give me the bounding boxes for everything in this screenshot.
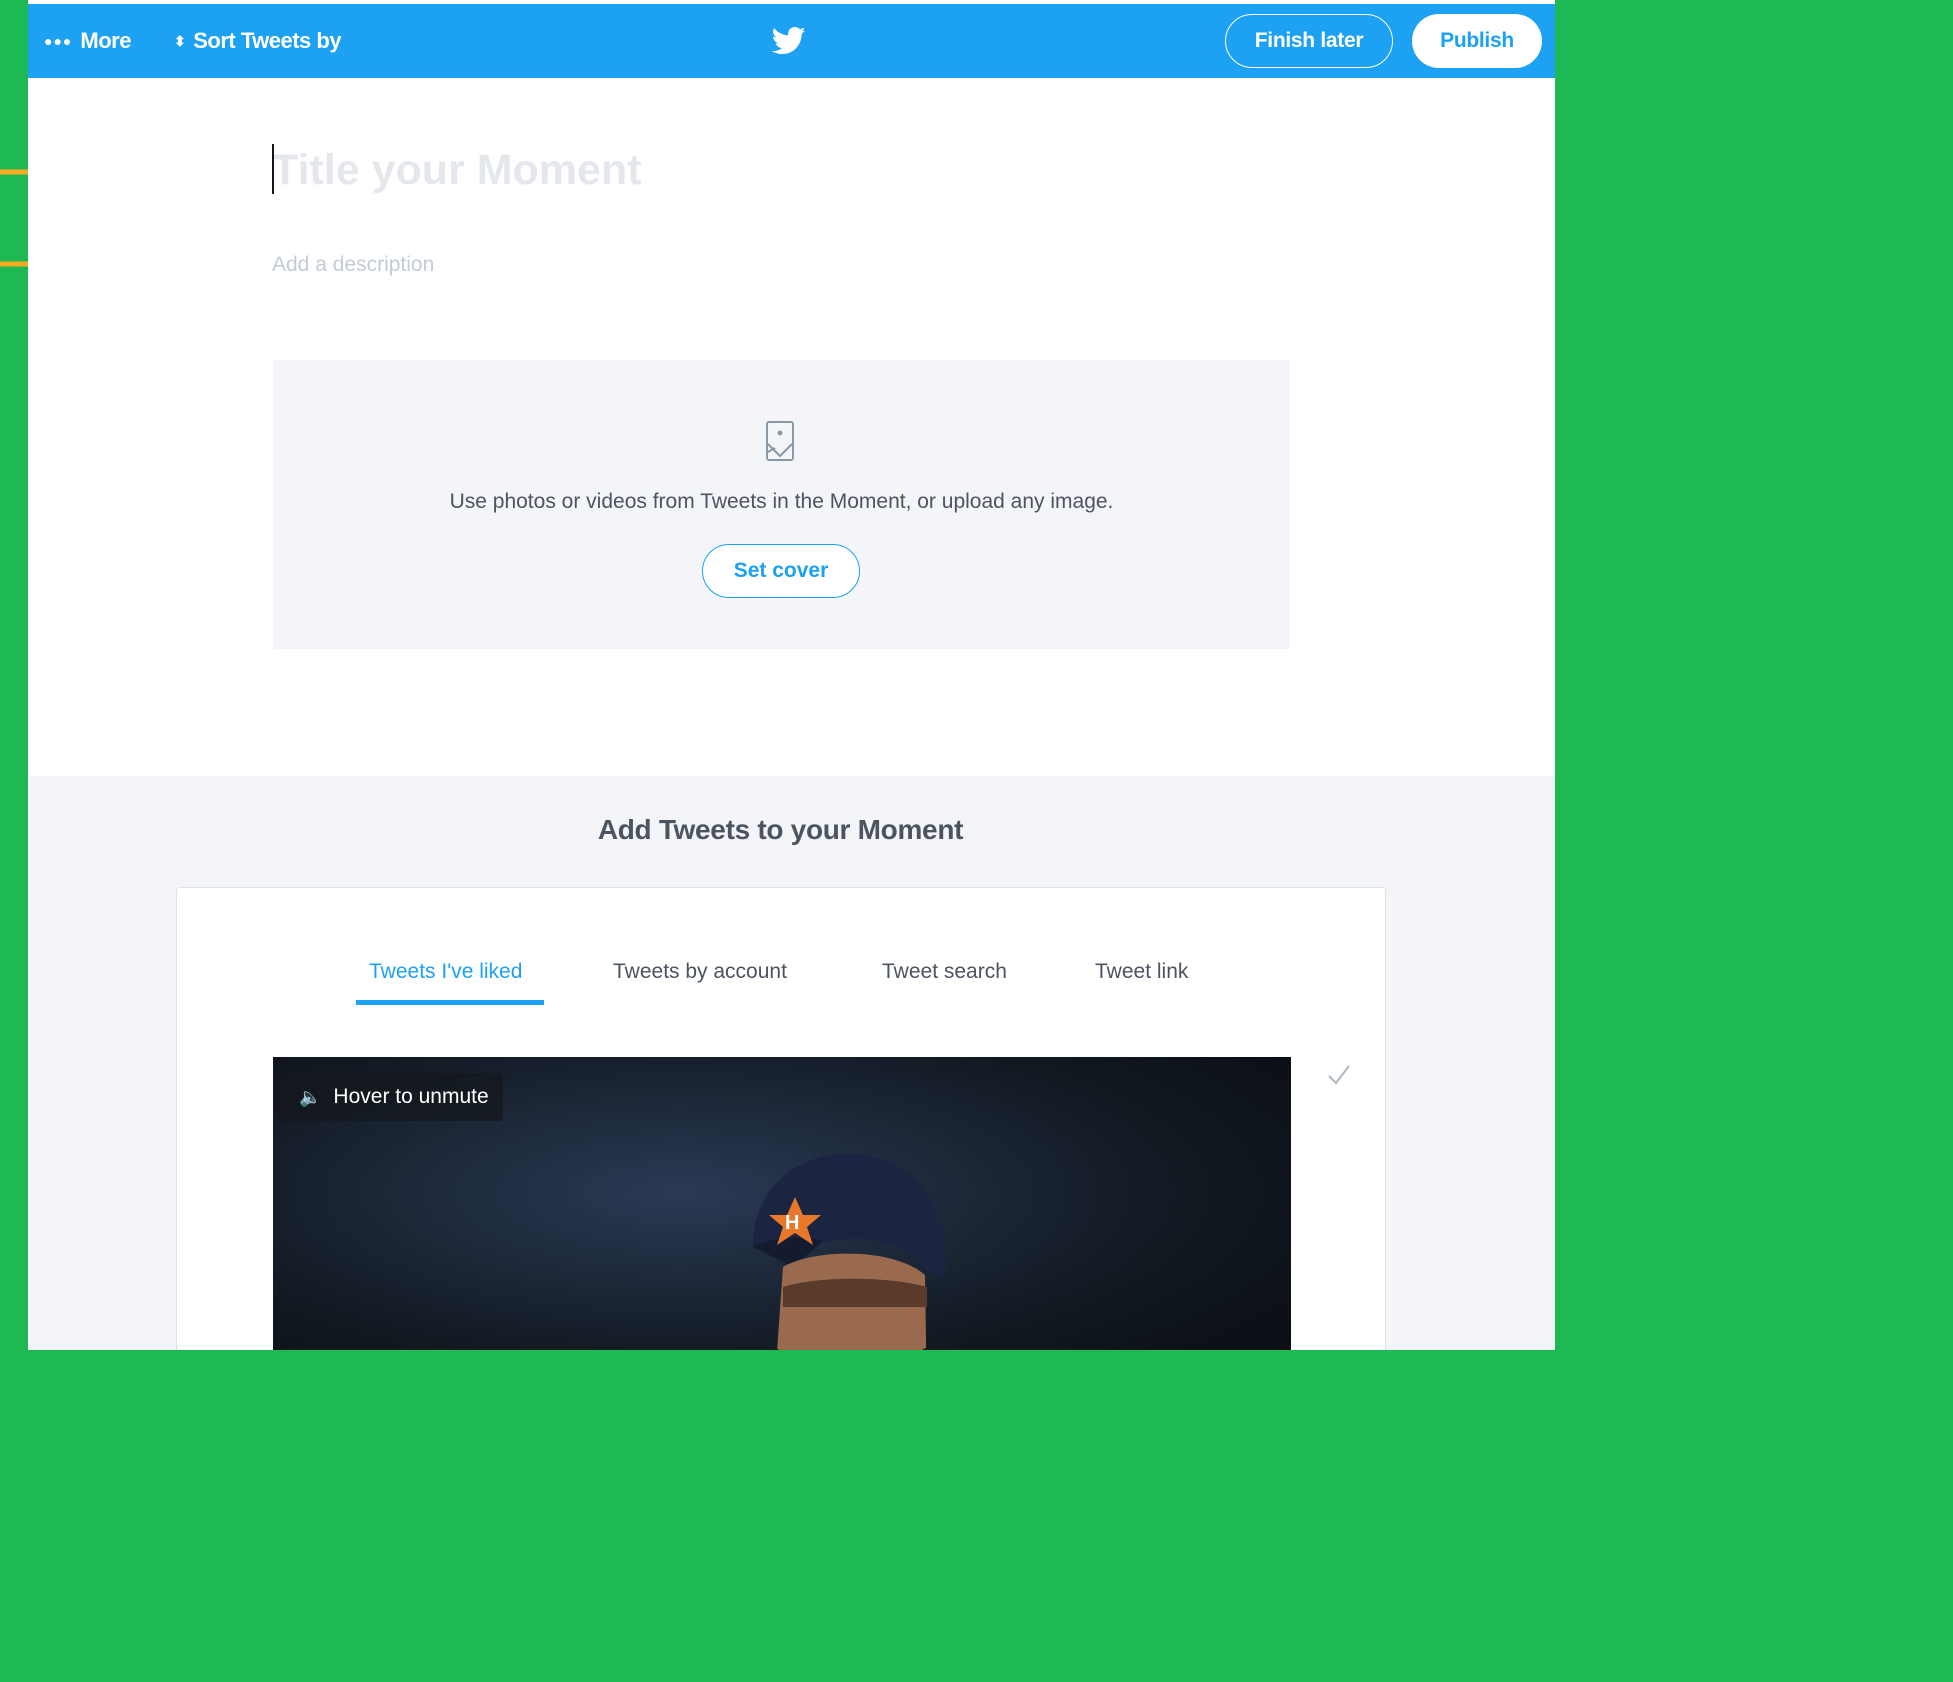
moment-editor: ●●● More ⬍ Sort Tweets by Finish later P…	[28, 0, 1555, 1350]
text-caret	[272, 144, 274, 194]
image-icon	[766, 421, 794, 461]
sort-tweets-button[interactable]: ⬍ Sort Tweets by	[174, 4, 342, 78]
add-tweets-title: Add Tweets to your Moment	[597, 814, 964, 845]
moment-description-input[interactable]	[272, 248, 1172, 282]
tab-tweets-by-account[interactable]: Tweets by account	[613, 960, 787, 984]
more-label: More	[80, 28, 131, 53]
speaker-icon: 🔈	[299, 1086, 322, 1107]
sort-arrows-icon: ⬍	[174, 33, 186, 49]
tab-tweet-link[interactable]: Tweet link	[1095, 960, 1188, 984]
finish-later-button[interactable]: Finish later	[1225, 14, 1393, 68]
sort-label: Sort Tweets by	[193, 28, 342, 53]
moment-title-input[interactable]	[272, 138, 1172, 202]
more-dots-icon: ●●●	[44, 33, 73, 49]
publish-button[interactable]: Publish	[1412, 14, 1542, 68]
tweet-video[interactable]: H 🔈 Hover to unmute	[273, 1057, 1291, 1350]
tweet-source-panel: Tweets I've liked Tweets by account Twee…	[176, 887, 1386, 1350]
top-bar: ●●● More ⬍ Sort Tweets by Finish later P…	[28, 4, 1555, 78]
baseball-player-image: H	[753, 1153, 947, 1350]
checkmark-icon[interactable]	[1326, 1062, 1352, 1088]
more-menu-button[interactable]: ●●● More	[44, 4, 131, 78]
set-cover-button[interactable]: Set cover	[702, 544, 860, 598]
tab-tweet-search[interactable]: Tweet search	[882, 960, 1007, 984]
cover-panel: Use photos or videos from Tweets in the …	[273, 360, 1290, 649]
mute-label: Hover to unmute	[333, 1085, 489, 1108]
active-tab-indicator	[356, 1000, 544, 1005]
twitter-bird-icon	[772, 26, 806, 55]
hover-to-unmute-button[interactable]: 🔈 Hover to unmute	[273, 1073, 503, 1121]
tab-tweets-liked[interactable]: Tweets I've liked	[369, 960, 522, 984]
svg-text:H: H	[785, 1212, 799, 1234]
cover-instructions: Use photos or videos from Tweets in the …	[449, 490, 1114, 513]
